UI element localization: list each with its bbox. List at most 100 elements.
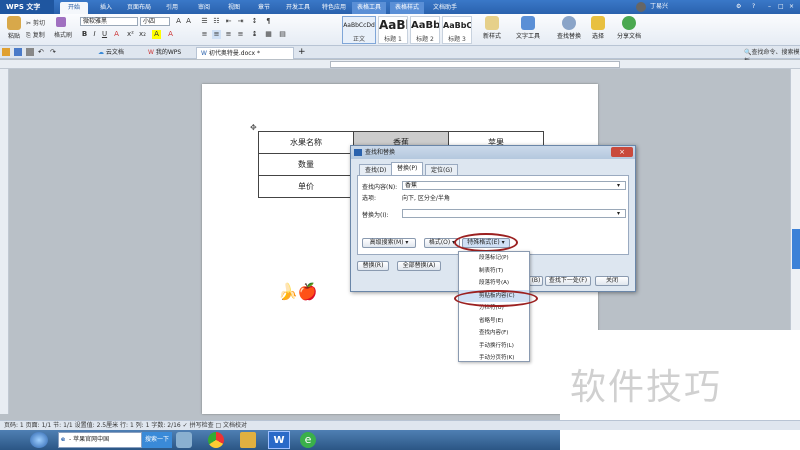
open-folder-icon[interactable]	[2, 48, 10, 56]
font-color-icon[interactable]: A	[112, 30, 121, 39]
align-left-icon[interactable]: ≡	[200, 30, 209, 39]
horizontal-ruler[interactable]	[0, 60, 800, 69]
replace-button[interactable]: 替换(R)	[357, 261, 389, 271]
close-icon[interactable]: ×	[789, 0, 794, 14]
find-next-button[interactable]: 查找下一处(F)	[545, 276, 591, 286]
subscript-icon[interactable]: x₂	[138, 30, 147, 39]
tab-current-document[interactable]: W 初代奥特曼.docx *	[196, 47, 294, 59]
style-normal[interactable]: AaBbCcDd 正文	[342, 16, 376, 44]
replace-all-button[interactable]: 全部替换(A)	[397, 261, 441, 271]
grow-font-icon[interactable]: A	[174, 17, 183, 26]
table-move-handle-icon[interactable]: ✥	[250, 123, 257, 132]
menu-item-paragraph-mark[interactable]: 段落标记(P)	[459, 252, 529, 265]
menu-tab-page-layout[interactable]: 页面布局	[122, 2, 156, 14]
font-family-select[interactable]: 微软雅黑	[80, 17, 138, 26]
tab-cloud-docs[interactable]: ☁ 云文档	[94, 47, 128, 59]
help-icon[interactable]: ?	[752, 0, 755, 14]
cut-button[interactable]: ✂ 剪切	[26, 18, 45, 27]
bullets-icon[interactable]: ☰	[200, 17, 209, 26]
print-icon[interactable]	[26, 48, 34, 56]
close-button[interactable]: 关闭	[595, 276, 629, 286]
font-size-select[interactable]: 小四	[140, 17, 170, 26]
menu-item-paragraph-symbol[interactable]: 段落符号(A)	[459, 277, 529, 290]
menu-tab-developer[interactable]: 开发工具	[282, 2, 314, 14]
tab-my-wps[interactable]: W 我的WPS	[144, 47, 185, 59]
search-command-input[interactable]: 🔍查找命令、搜索模板	[744, 48, 800, 65]
tools-icon[interactable]	[176, 432, 192, 448]
borders-icon[interactable]: ▦	[264, 30, 273, 39]
chrome-icon[interactable]	[208, 432, 224, 448]
paste-button[interactable]: 粘贴	[4, 16, 24, 44]
menu-tab-review[interactable]: 审阅	[192, 2, 216, 14]
menu-tab-section[interactable]: 章节	[252, 2, 276, 14]
menu-item-manual-line-break[interactable]: 手动换行符(L)	[459, 340, 529, 353]
menu-item-ellipsis[interactable]: 省略号(E)	[459, 315, 529, 328]
menu-item-tab-char[interactable]: 制表符(T)	[459, 265, 529, 278]
menu-tab-doc-assistant[interactable]: 文档助手	[428, 2, 462, 14]
share-doc-button[interactable]: 分享文档	[614, 16, 644, 44]
undo-icon[interactable]: ↶	[38, 48, 44, 56]
new-style-button[interactable]: 新样式	[478, 16, 506, 44]
line-spacing-icon[interactable]: ↨	[250, 30, 259, 39]
show-marks-icon[interactable]: ¶	[264, 17, 273, 26]
style-heading-2[interactable]: AaBb 标题 2	[410, 16, 440, 44]
scrollbar-thumb[interactable]	[792, 229, 800, 269]
style-heading-3[interactable]: AaBbC 标题 3	[442, 16, 472, 44]
replace-input[interactable]: ▾	[402, 209, 626, 218]
browser-address-input[interactable]: e - 苹果官网中国	[58, 432, 142, 448]
menu-tab-table-tools[interactable]: 表格工具	[352, 2, 386, 14]
format-painter-button[interactable]: 格式刷	[54, 30, 72, 39]
gear-icon[interactable]: ⚙	[736, 0, 741, 14]
user-name[interactable]: 丁易兴	[650, 0, 668, 14]
superscript-icon[interactable]: x²	[126, 30, 135, 39]
find-input[interactable]: 香蕉 ▾	[402, 181, 626, 190]
advanced-search-button[interactable]: 高级搜索(M) ▾	[362, 238, 416, 248]
menu-tab-table-style[interactable]: 表格样式	[390, 2, 424, 14]
menu-tab-insert[interactable]: 插入	[94, 2, 118, 14]
justify-icon[interactable]: ≡	[236, 30, 245, 39]
highlight-icon[interactable]: A	[152, 30, 161, 39]
tab-replace[interactable]: 替换(P)	[391, 162, 424, 175]
align-right-icon[interactable]: ≡	[224, 30, 233, 39]
align-center-icon[interactable]: ≡	[212, 30, 221, 39]
ie-taskbar-icon[interactable]: e	[300, 432, 316, 448]
sort-icon[interactable]: ↕	[250, 17, 259, 26]
menu-tab-home[interactable]: 开始	[60, 2, 88, 14]
start-button-icon[interactable]	[30, 432, 48, 448]
increase-indent-icon[interactable]: ⇥	[236, 17, 245, 26]
style-heading-1[interactable]: AaBl 标题 1	[378, 16, 408, 44]
fruit-emoji[interactable]: 🍌🍎	[278, 282, 318, 301]
vertical-ruler[interactable]	[0, 69, 9, 414]
find-replace-button[interactable]: 查找替换	[554, 16, 584, 44]
numbering-icon[interactable]: ☷	[212, 17, 221, 26]
text-tools-button[interactable]: 文字工具	[512, 16, 544, 44]
menu-tab-view[interactable]: 视图	[222, 2, 246, 14]
wps-writer-taskbar-icon[interactable]: W	[268, 431, 290, 449]
menu-item-manual-page-break[interactable]: 手动分页符(K)	[459, 352, 529, 365]
table-cell[interactable]: 数量	[258, 153, 354, 176]
avatar[interactable]	[636, 2, 646, 12]
bold-icon[interactable]: B	[80, 30, 89, 39]
save-icon[interactable]	[14, 48, 22, 56]
underline-icon[interactable]: U	[100, 30, 109, 39]
italic-icon[interactable]: I	[90, 30, 99, 39]
chevron-down-icon[interactable]: ▾	[617, 182, 620, 189]
select-button[interactable]: 选择	[588, 16, 608, 44]
menu-item-find-contents[interactable]: 查找内容(F)	[459, 327, 529, 340]
folder-icon[interactable]	[240, 432, 256, 448]
app-menu-button[interactable]: WPS 文字	[0, 0, 54, 14]
table-cell[interactable]: 单价	[258, 175, 354, 198]
redo-icon[interactable]: ↷	[50, 48, 56, 56]
tab-find[interactable]: 查找(D)	[359, 164, 393, 175]
restore-icon[interactable]: □	[778, 0, 784, 14]
copy-button[interactable]: ⎘ 复制	[26, 30, 45, 40]
search-button[interactable]: 搜索一下	[142, 432, 172, 448]
decrease-indent-icon[interactable]: ⇤	[224, 17, 233, 26]
tab-goto[interactable]: 定位(G)	[425, 164, 459, 175]
minimize-icon[interactable]: –	[768, 0, 771, 14]
chevron-down-icon[interactable]: ▾	[617, 210, 620, 217]
menu-tab-features[interactable]: 特色应用	[318, 2, 350, 14]
menu-tab-references[interactable]: 引用	[160, 2, 184, 14]
table-cell[interactable]: 水果名称	[258, 131, 354, 154]
new-tab-button[interactable]: +	[298, 47, 306, 57]
